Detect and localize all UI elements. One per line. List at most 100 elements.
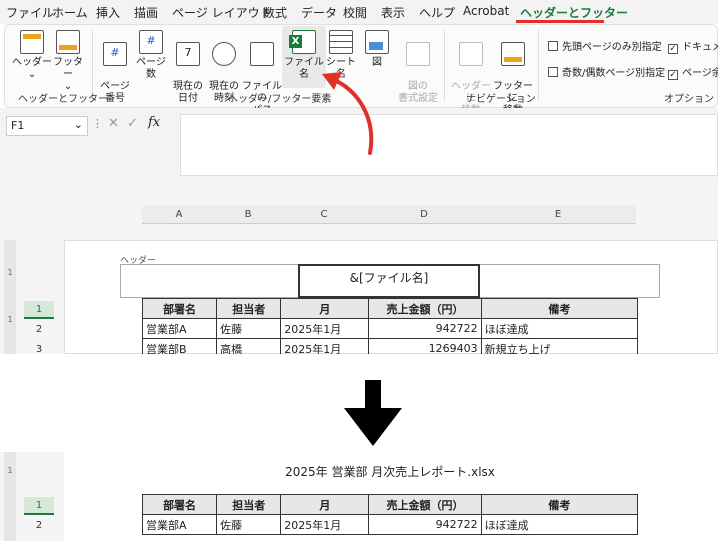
column-header-c[interactable]: C [280,206,368,224]
header-button[interactable]: ヘッダー ⌄ [12,30,52,81]
group-label-navigation: ナビゲーション [466,94,536,105]
header-button-label: ヘッダー [12,57,52,68]
column-header-e[interactable]: E [480,206,636,224]
scale-with-document-label: ドキュメン [682,42,718,53]
table-cell[interactable]: 942722 [368,318,482,339]
row-header-1[interactable]: 1 [24,497,54,515]
th-sales[interactable]: 売上金額（円） [368,494,482,515]
format-picture-button[interactable]: 図の 書式設定 [396,30,440,117]
group-label-header-footer: ヘッダーとフッター [18,94,108,105]
cancel-icon[interactable]: ✕ [108,116,119,131]
column-header-b[interactable]: B [216,206,280,224]
column-header-d[interactable]: D [368,206,480,224]
table-row: 営業部A 佐藤 2025年1月 942722 ほぼ達成 [142,514,638,535]
table-cell[interactable]: 新規立ち上げ [480,338,638,354]
table-cell[interactable]: ほぼ達成 [480,318,638,339]
goto-header-icon [459,42,483,66]
table-cell[interactable]: 1269403 [368,338,482,354]
table-row: 営業部A 佐藤 2025年1月 942722 ほぼ達成 [142,318,638,339]
formula-input[interactable] [180,114,718,176]
red-arrow-annotation [322,72,374,155]
down-arrow-icon [344,380,402,446]
table-cell[interactable]: 高橋 [216,338,282,354]
table-header-row: 部署名 担当者 月 売上金額（円） 備考 [142,494,638,515]
odd-even-option[interactable]: 奇数/偶数ページ別指定 [548,64,665,79]
column-header-a[interactable]: A [142,206,216,224]
folder-icon [250,42,274,66]
footer-button[interactable]: フッター ⌄ [50,30,86,93]
th-sales[interactable]: 売上金額（円） [368,298,482,319]
table-cell[interactable]: 佐藤 [216,514,282,535]
table-cell[interactable]: ほぼ達成 [480,514,638,535]
format-picture-icon [406,42,430,66]
header-icon [20,30,44,54]
name-box[interactable]: F1 ⌄ [6,116,88,136]
row-header-2[interactable]: 2 [24,321,54,339]
goto-footer-icon [501,42,525,66]
first-page-option[interactable]: 先頭ページのみ別指定 [548,38,662,53]
name-box-value: F1 [11,119,25,132]
th-notes[interactable]: 備考 [480,298,638,319]
insert-function-icon[interactable]: fx [148,115,160,130]
tab-draw[interactable]: 描画 [134,4,158,21]
group-separator [538,30,539,100]
table-cell[interactable]: 2025年1月 [280,338,370,354]
tab-help[interactable]: ヘルプ [419,4,455,21]
data-table-after-clip: 部署名 担当者 月 売上金額（円） 備考 営業部A 佐藤 2025年1月 942… [142,494,638,541]
table-row: 営業部B 高橋 2025年1月 1269403 新規立ち上げ [142,338,638,354]
confirm-icon[interactable]: ✓ [127,116,138,131]
picture-icon [365,30,389,54]
th-month[interactable]: 月 [280,494,370,515]
excel-file-icon: X [289,30,316,54]
data-table-before: 部署名 担当者 月 売上金額（円） 備考 営業部A 佐藤 2025年1月 942… [142,298,638,354]
tab-header-footer[interactable]: ヘッダーとフッター [520,4,628,21]
row-header-2[interactable]: 2 [24,517,54,535]
table-cell[interactable]: 営業部A [142,514,218,535]
checkbox-checked-icon: ✓ [668,44,678,54]
rendered-header-filename: 2025年 営業部 月次売上レポート.xlsx [285,465,495,479]
ruler-number: 1 [7,315,13,324]
tab-review[interactable]: 校閲 [343,4,367,21]
page-count-icon: # [139,30,163,54]
header-center-section[interactable]: &[ファイル名] [298,264,480,298]
tab-page-layout[interactable]: ページ レイアウト [172,4,272,21]
clock-icon [212,42,236,66]
th-notes[interactable]: 備考 [480,494,638,515]
page-number-icon: # [103,42,127,66]
row-header-1[interactable]: 1 [24,301,54,319]
ruler-number: 1 [7,466,13,475]
tab-acrobat[interactable]: Acrobat [463,4,509,18]
tab-formulas[interactable]: 数式 [263,4,287,21]
table-cell[interactable]: 2025年1月 [280,318,370,339]
page-count-button[interactable]: # ページ数 [132,30,170,81]
tab-data[interactable]: データ [301,4,337,21]
current-date-button[interactable]: 7 現在の 日付 [170,30,206,117]
checkbox-unchecked-icon [548,67,558,77]
th-department[interactable]: 部署名 [142,298,218,319]
tab-home[interactable]: ホーム [52,4,88,21]
th-person[interactable]: 担当者 [216,494,282,515]
tab-insert[interactable]: 挿入 [96,4,120,21]
table-cell[interactable]: 営業部B [142,338,218,354]
footer-button-label: フッター [53,57,83,80]
current-date-label: 現在の 日付 [173,81,203,104]
align-margins-label: ページ余白 [682,68,718,79]
page-count-label: ページ数 [136,57,166,80]
header-code-text: &[ファイル名] [349,271,429,285]
checkbox-checked-icon: ✓ [668,70,678,80]
chevron-down-icon: ⌄ [73,118,83,131]
row-header-3[interactable]: 3 [24,341,54,359]
th-department[interactable]: 部署名 [142,494,218,515]
table-cell[interactable]: 2025年1月 [280,514,370,535]
th-person[interactable]: 担当者 [216,298,282,319]
data-table-after: 部署名 担当者 月 売上金額（円） 備考 営業部A 佐藤 2025年1月 942… [142,494,638,535]
tab-view[interactable]: 表示 [381,4,405,21]
th-month[interactable]: 月 [280,298,370,319]
scale-with-document-option[interactable]: ✓ ドキュメン [668,38,718,54]
table-cell[interactable]: 佐藤 [216,318,282,339]
tab-file[interactable]: ファイル [6,4,54,21]
align-margins-option[interactable]: ✓ ページ余白 [668,64,718,80]
table-cell[interactable]: 942722 [368,514,482,535]
odd-even-label: 奇数/偶数ページ別指定 [562,68,666,79]
table-cell[interactable]: 営業部A [142,318,218,339]
